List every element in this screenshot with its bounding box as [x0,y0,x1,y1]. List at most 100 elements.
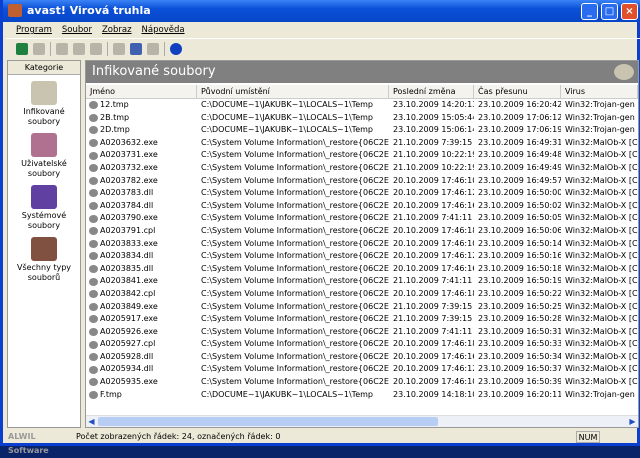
table-cell: 21.10.2009 7:41:11 [393,213,473,223]
menu-program[interactable]: Program [16,22,52,38]
menu-napoveda[interactable]: Nápověda [142,22,185,38]
help-icon[interactable] [170,42,182,55]
infected-file-icon [89,214,98,223]
maximize-button[interactable]: □ [601,3,618,20]
table-row[interactable]: A0203834.dll C:\System Volume Information… [86,250,638,263]
column-name[interactable]: Jméno [86,85,197,98]
table-row[interactable]: F.tmp C:\DOCUME~1\JAKUBK~1\LOCALS~1\Temp 2… [86,389,638,402]
menu-zobraz[interactable]: Zobraz [102,22,132,38]
minimize-button[interactable]: _ [581,3,598,20]
category-item[interactable]: Všechny typy souborů [8,237,80,283]
folder-icon[interactable] [90,42,102,55]
table-cell: C:\DOCUME~1\JAKUBK~1\LOCALS~1\Temp [201,100,373,109]
table-row[interactable]: A0205927.cpl C:\System Volume Information… [86,338,638,351]
horizontal-scrollbar[interactable]: ◀ ▶ [86,415,638,427]
toolbar [6,38,640,58]
table-cell: 23.10.2009 16:50:25 [478,301,561,311]
file-name: A0203849.exe [100,301,158,311]
infected-file-icon [89,252,98,261]
table-row[interactable]: A0205935.exe C:\System Volume Information… [86,376,638,389]
table-row[interactable]: A0203782.exe C:\System Volume Information… [86,175,638,188]
table-cell: 23.10.2009 16:20:42 [478,100,561,109]
file-name: A0205935.exe [100,377,158,387]
table-cell: C:\System Volume Information\_restore{06… [201,225,389,235]
category-icon [31,133,57,157]
undo-icon[interactable] [73,42,85,55]
table-row[interactable]: A0203632.exe C:\System Volume Information… [86,137,638,150]
table-row[interactable]: A0205928.dll C:\System Volume Information… [86,351,638,364]
table-cell: 23.10.2009 16:50:37 [478,364,561,374]
infected-file-icon [89,113,98,122]
table-row[interactable]: A0203835.dll C:\System Volume Information… [86,263,638,276]
column-modified[interactable]: Poslední změna [389,85,474,98]
save-icon[interactable] [33,42,45,55]
table-row[interactable]: A0203784.dll C:\System Volume Information… [86,200,638,213]
column-location[interactable]: Původní umístění [197,85,389,98]
infected-file-icon [89,151,98,160]
table-cell: 23.10.2009 16:50:31 [478,326,561,336]
table-row[interactable]: A0203732.exe C:\System Volume Information… [86,162,638,175]
table-cell: C:\System Volume Information\_restore{06… [201,364,389,374]
table-cell: 20.10.2009 17:46:12 [393,188,474,198]
infected-file-icon [89,340,98,349]
category-item[interactable]: Infikované soubory [8,81,80,127]
table-cell: C:\System Volume Information\_restore{06… [201,175,389,185]
properties-icon[interactable] [130,42,142,55]
table-cell: Win32:MalOb-X [Cryp [565,276,638,286]
close-button[interactable]: × [621,3,638,20]
cell-name: A0205926.exe [86,326,197,339]
file-name: A0203833.exe [100,238,158,248]
table-row[interactable]: 12.tmp C:\DOCUME~1\JAKUBK~1\LOCALS~1\Temp… [86,99,638,112]
scroll-thumb[interactable] [98,417,438,426]
file-name: A0205927.cpl [100,339,156,349]
table-row[interactable]: A0203731.exe C:\System Volume Information… [86,149,638,162]
category-item[interactable]: Uživatelské soubory [8,133,80,179]
cell-name: A0203790.exe [86,212,197,225]
table-cell: 20.10.2009 17:46:18 [393,225,474,235]
table-row[interactable]: 2D.tmp C:\DOCUME~1\JAKUBK~1\LOCALS~1\Temp… [86,124,638,137]
category-label: souborů [27,273,61,282]
cell-name: A0203841.exe [86,275,197,288]
status-text: Počet zobrazených řádek: 24, označených … [76,432,281,441]
table-cell: Win32:MalOb-X [Cryp [565,200,638,210]
column-virus[interactable]: Virus [561,85,638,98]
shield-icon[interactable] [56,42,68,55]
delete-icon[interactable] [147,42,159,55]
infected-file-icon [89,202,98,211]
table-row[interactable]: A0203791.cpl C:\System Volume Information… [86,225,638,238]
menu-soubor[interactable]: Soubor [62,22,92,38]
scroll-right-icon[interactable]: ▶ [627,416,638,427]
scan-icon[interactable] [113,42,125,55]
table-row[interactable]: 2B.tmp C:\DOCUME~1\JAKUBK~1\LOCALS~1\Temp… [86,112,638,125]
table-row[interactable]: A0203833.exe C:\System Volume Information… [86,238,638,251]
table-row[interactable]: A0203842.cpl C:\System Volume Information… [86,288,638,301]
table-cell: C:\DOCUME~1\JAKUBK~1\LOCALS~1\Temp [201,112,373,122]
brand-label: ALWIL Software [8,432,49,455]
table-row[interactable]: A0205917.exe C:\System Volume Information… [86,313,638,326]
file-name: 2B.tmp [100,112,130,122]
column-moved[interactable]: Čas přesunu [474,85,561,98]
category-item[interactable]: Systémové soubory [8,185,80,231]
table-row[interactable]: A0203783.dll C:\System Volume Information… [86,187,638,200]
table-row[interactable]: A0203841.exe C:\System Volume Information… [86,275,638,288]
table-cell: 20.10.2009 17:46:10 [393,238,474,248]
cell-name: A0205927.cpl [86,338,197,351]
table-cell: C:\System Volume Information\_restore{06… [201,263,389,273]
file-name: 2D.tmp [100,125,130,135]
table-row[interactable]: A0205926.exe C:\System Volume Information… [86,326,638,339]
table-row[interactable]: A0203849.exe C:\System Volume Information… [86,301,638,314]
table-cell: C:\System Volume Information\_restore{06… [201,137,389,147]
table-cell: 23.10.2009 17:06:19 [478,125,561,135]
table-cell: Win32:MalOb-X [Cryp [565,251,638,261]
table-cell: 23.10.2009 16:50:16 [478,251,561,261]
scroll-left-icon[interactable]: ◀ [86,416,97,427]
table-row[interactable]: A0205934.dll C:\System Volume Information… [86,363,638,376]
file-name: A0205934.dll [100,364,154,374]
file-list-panel: Infikované soubory Jméno Původní umístěn… [85,60,639,428]
table-row[interactable]: A0203790.exe C:\System Volume Information… [86,212,638,225]
table-cell: Win32:Trojan-gen [565,125,635,135]
restore-icon[interactable] [16,42,28,55]
table-cell: Win32:Trojan-gen [565,389,635,399]
cell-name: A0205917.exe [86,313,197,326]
table-cell: 23.10.2009 14:20:13 [393,100,474,109]
